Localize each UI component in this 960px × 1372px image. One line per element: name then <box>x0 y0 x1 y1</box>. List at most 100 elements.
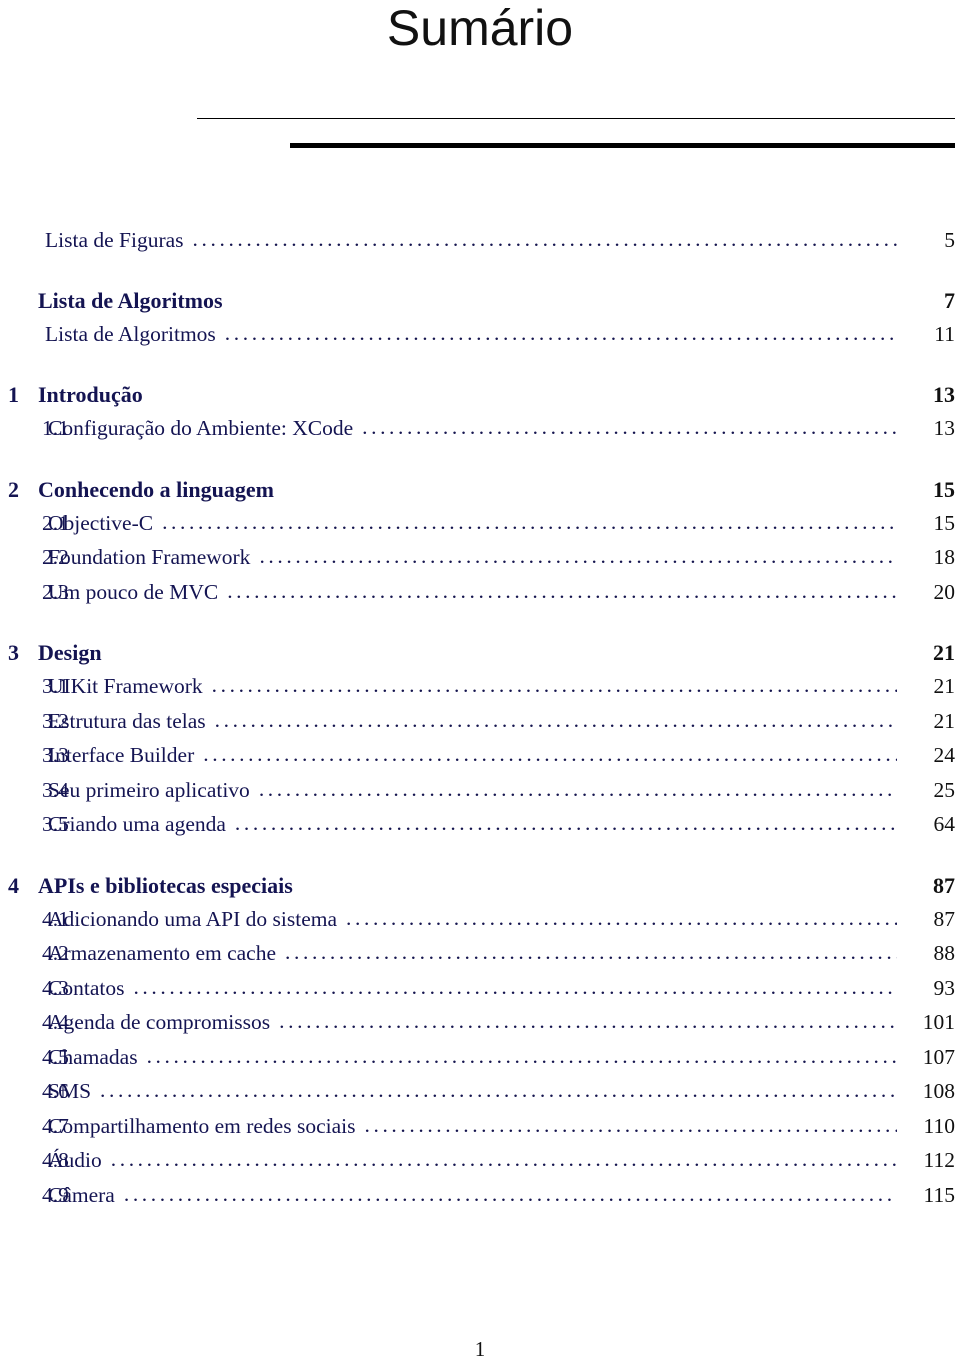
toc-dot-leader: ........................................… <box>227 578 897 603</box>
toc-entry[interactable]: 4.7 Compartilhamento em redes sociais....… <box>0 1112 960 1149</box>
toc-dot-leader: ........................................… <box>214 707 897 732</box>
toc-entry[interactable]: 4.6 SMS..................................… <box>0 1078 960 1114</box>
toc-entry-title: Um pouco de MVC <box>48 579 219 604</box>
toc-entry-page-number: 87 <box>933 906 956 931</box>
toc-entry-number: 3 <box>8 640 19 665</box>
toc-dot-leader: ........................................… <box>279 1009 897 1033</box>
toc-entry-page-number: 15 <box>933 510 956 535</box>
toc-entry-number: 1 <box>8 382 19 407</box>
toc-dot-leader: ........................................… <box>346 905 897 930</box>
toc-entry-title: Lista de Figuras <box>45 228 184 252</box>
toc-entry[interactable]: 2.3 Um pouco de MVC......................… <box>0 578 960 615</box>
toc-entry[interactable]: 3.1 UIKit Framework......................… <box>0 673 960 709</box>
toc-entry[interactable]: 3.5 Criando uma agenda...................… <box>0 811 960 847</box>
toc-entry-title: UIKit Framework <box>48 674 203 698</box>
toc-entry-page-number: 20 <box>933 579 956 604</box>
toc-dot-leader: ........................................… <box>224 321 897 345</box>
toc-dot-leader: ........................................… <box>162 509 897 534</box>
toc-entry[interactable]: Lista de Figuras........................… <box>0 227 960 262</box>
toc-entry-page-number: 18 <box>933 545 956 569</box>
toc-dot-leader: ........................................… <box>364 1112 898 1137</box>
toc-dot-leader: ........................................… <box>100 1078 897 1102</box>
toc-entry[interactable]: Lista de Algoritmos.....................… <box>0 321 960 356</box>
toc-entry-title: Introdução <box>38 382 143 407</box>
toc-entry[interactable]: 3 Design 21 <box>0 640 960 674</box>
toc-entry-title: Criando uma agenda <box>48 812 226 836</box>
toc-dot-leader: ........................................… <box>192 227 897 251</box>
toc-entry-page-number: 64 <box>933 812 956 836</box>
toc-entry-number: 3.3 <box>42 743 69 767</box>
toc-entry[interactable]: 2.1 Objective-C..........................… <box>0 509 960 546</box>
toc-entry-page-number: 101 <box>922 1010 955 1034</box>
toc-entry[interactable]: 2 Conhecendo a linguagem 15 <box>0 477 960 511</box>
toc-entry-page-number: 7 <box>944 288 955 313</box>
toc-entry[interactable]: Lista de Algoritmos 7 <box>0 288 960 322</box>
toc-entry-number: 4.6 <box>42 1079 69 1103</box>
toc-entry-page-number: 24 <box>933 743 956 767</box>
toc-entry[interactable]: 4.5 Chamadas.............................… <box>0 1043 960 1080</box>
toc-entry-page-number: 13 <box>933 382 955 407</box>
toc-dot-leader: ........................................… <box>211 673 897 697</box>
toc-entry-page-number: 93 <box>933 975 956 1000</box>
title-rule-thin <box>197 118 955 119</box>
toc-entry-title: Configuração do Ambiente: XCode <box>48 416 354 440</box>
toc-entry[interactable]: 3.3 Interface Builder....................… <box>0 742 960 778</box>
toc-entry-title: Seu primeiro aplicativo <box>48 777 250 802</box>
toc-entry[interactable]: 4.1 Adicionando uma API do sistema.......… <box>0 905 960 942</box>
toc-entry-number: 3.1 <box>42 674 69 698</box>
toc-entry-number: 4.9 <box>42 1182 69 1207</box>
toc-dot-leader: ........................................… <box>110 1147 897 1171</box>
toc-entry-title: SMS <box>48 1079 92 1103</box>
toc-entry-title: Design <box>38 640 102 665</box>
page-folio: 1 <box>474 1337 486 1361</box>
toc-entry-page-number: 11 <box>934 322 955 346</box>
toc-entry[interactable]: 1 Introdução 13 <box>0 382 960 416</box>
toc-entry-title: Câmera <box>48 1182 115 1207</box>
toc-entry-title: Contatos <box>48 975 125 1000</box>
toc-entry-title: Objective-C <box>48 510 154 535</box>
toc-dot-leader: ........................................… <box>259 544 897 568</box>
toc-dot-leader: ........................................… <box>258 776 897 801</box>
toc-entry-title: Áudio <box>48 1148 102 1172</box>
table-of-contents: Lista de Figuras........................… <box>0 227 960 1218</box>
toc-entry[interactable]: 4.2 Armazenamento em cache...............… <box>0 940 960 976</box>
page-title: Sumário <box>386 0 574 56</box>
toc-entry-title: Interface Builder <box>48 743 195 767</box>
toc-entry-number: 4.2 <box>42 941 69 965</box>
toc-entry-number: 4.8 <box>42 1148 69 1172</box>
toc-dot-leader: ........................................… <box>203 742 897 766</box>
toc-entry-page-number: 15 <box>933 476 955 502</box>
toc-entry-page-number: 88 <box>933 941 956 965</box>
toc-dot-leader: ........................................… <box>362 415 897 439</box>
title-rule-thick <box>290 143 955 148</box>
toc-entry-title: Chamadas <box>48 1044 138 1069</box>
toc-entry-page-number: 25 <box>933 777 956 802</box>
toc-entry-number: 4.4 <box>42 1010 69 1034</box>
toc-entry[interactable]: 3.2 Estrutura das telas..................… <box>0 707 960 744</box>
toc-entry-title: Compartilhamento em redes sociais <box>48 1113 356 1138</box>
toc-entry-number: 2.3 <box>42 579 69 604</box>
toc-entry[interactable]: 3.4 Seu primeiro aplicativo..............… <box>0 776 960 813</box>
toc-entry-title: Foundation Framework <box>48 545 251 569</box>
toc-entry-page-number: 108 <box>922 1079 955 1103</box>
toc-entry-number: 4.5 <box>42 1044 69 1069</box>
toc-entry[interactable]: 4.3 Contatos.............................… <box>0 975 960 1011</box>
toc-entry[interactable]: 1.1 Configuração do Ambiente: XCode......… <box>0 415 960 451</box>
toc-entry-number: 4.1 <box>42 906 69 931</box>
toc-entry-page-number: 87 <box>933 872 955 898</box>
toc-dot-leader: ........................................… <box>234 811 897 835</box>
toc-entry-page-number: 21 <box>933 640 955 665</box>
toc-entry[interactable]: 4.8 Áudio................................… <box>0 1147 960 1183</box>
toc-entry[interactable]: 4 APIs e bibliotecas especiais 87 <box>0 873 960 907</box>
toc-entry[interactable]: 4.4 Agenda de compromissos...............… <box>0 1009 960 1045</box>
toc-entry-number: 1.1 <box>42 416 69 440</box>
toc-entry[interactable]: 4.9 Câmera...............................… <box>0 1182 960 1218</box>
toc-entry[interactable]: 2.2 Foundation Framework.................… <box>0 544 960 580</box>
toc-entry-page-number: 21 <box>933 708 956 733</box>
toc-entry-number: 3.4 <box>42 777 69 802</box>
toc-entry-title: Adicionando uma API do sistema <box>48 906 338 931</box>
toc-entry-title: Estrutura das telas <box>48 708 206 733</box>
toc-entry-title: APIs e bibliotecas especiais <box>38 872 293 898</box>
toc-entry-number: 4 <box>8 872 19 898</box>
toc-dot-leader: ........................................… <box>146 1043 897 1068</box>
